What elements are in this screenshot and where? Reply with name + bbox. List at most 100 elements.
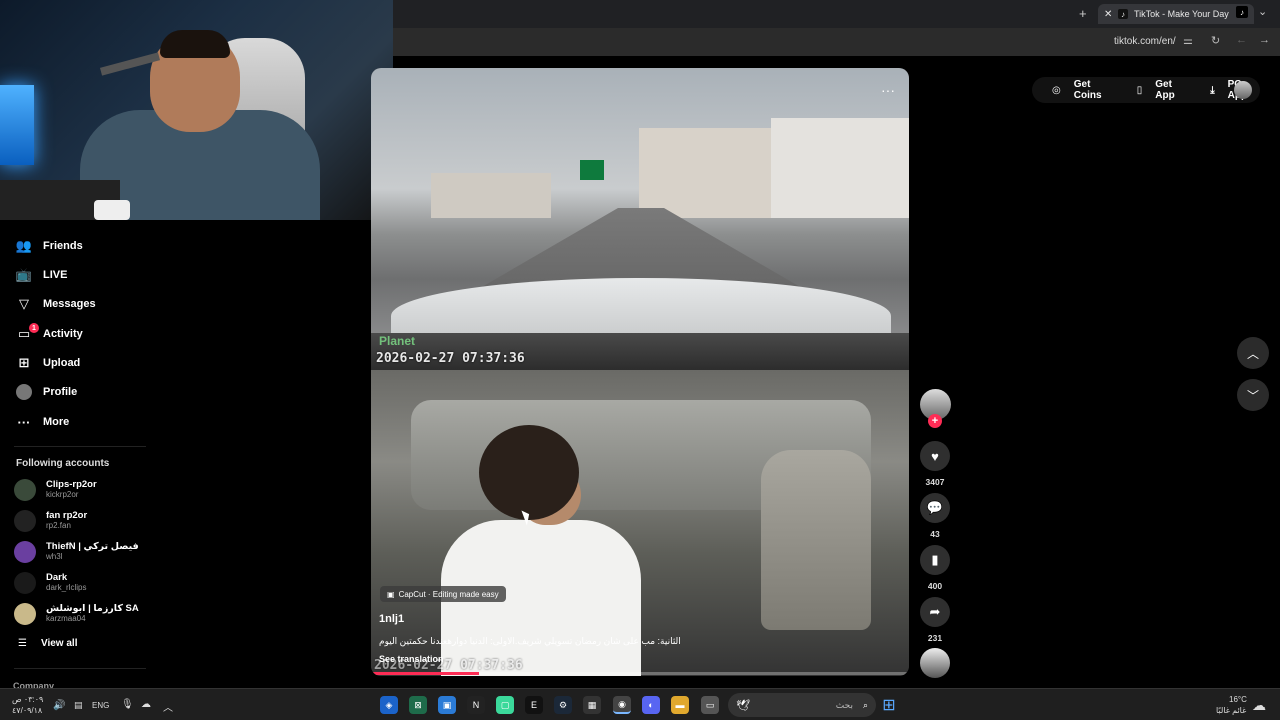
music-disc-icon[interactable] bbox=[920, 648, 950, 678]
more-icon: ··· bbox=[17, 414, 31, 430]
chat-app-icon[interactable]: ▢ bbox=[496, 696, 514, 714]
get-coins-button[interactable]: ◎ Get Coins bbox=[1042, 79, 1117, 101]
activity-badge: 1 bbox=[29, 323, 39, 333]
sidebar-item-upload[interactable]: ⊞ Upload bbox=[16, 352, 81, 374]
dashcam-front-view: Planet 2026-02-27 07:37:36 ··· bbox=[371, 68, 909, 370]
forward-icon[interactable]: → bbox=[1259, 34, 1270, 46]
capcut-icon: ▣ bbox=[387, 589, 395, 599]
avatar bbox=[14, 510, 36, 532]
steam-icon[interactable]: ⚙ bbox=[554, 696, 572, 714]
share-count: 231 bbox=[927, 633, 943, 643]
sidebar-item-friends[interactable]: 👥 Friends bbox=[16, 235, 83, 257]
next-app-icon[interactable]: N bbox=[467, 696, 485, 714]
comment-count: 43 bbox=[930, 529, 940, 539]
video-player[interactable]: Planet 2026-02-27 07:37:36 ··· 2026-02-2… bbox=[371, 68, 909, 676]
video-author[interactable]: 1nlj1 bbox=[379, 613, 404, 625]
dashcam-timestamp: 2026-02-27 07:37:36 bbox=[376, 351, 525, 366]
weather-cloud-icon[interactable]: ☁ bbox=[1252, 697, 1266, 714]
friends-icon: 👥 bbox=[15, 238, 33, 253]
comment-icon: 💬 bbox=[920, 493, 950, 523]
bird-icon: 🕊 bbox=[736, 699, 750, 712]
dashcam-cabin-view: 2026-02-27 07:37:36 bbox=[371, 370, 909, 676]
following-account[interactable]: كارزما | ابوشلش SA karzmaa04 bbox=[14, 601, 154, 627]
taskbar-search[interactable]: 🕊 بحث ⌕ bbox=[728, 693, 876, 717]
new-tab-button[interactable]: + bbox=[1079, 6, 1087, 21]
back-icon[interactable]: ← bbox=[1236, 34, 1247, 46]
sidebar-item-more[interactable]: ··· More bbox=[16, 411, 70, 433]
sidebar-item-profile[interactable]: Profile bbox=[16, 381, 77, 403]
get-app-button[interactable]: ▯ Get App bbox=[1127, 79, 1190, 101]
task-view-icon[interactable]: ▭ bbox=[701, 696, 719, 714]
avatar bbox=[14, 541, 36, 563]
tiktok-favicon-icon: ♪ bbox=[1118, 9, 1128, 19]
sidebar-item-live[interactable]: 📺 LIVE bbox=[15, 264, 68, 286]
weather-temp[interactable]: 16°C bbox=[1229, 695, 1247, 704]
coin-icon: ◎ bbox=[1052, 84, 1061, 96]
epic-games-icon[interactable]: E bbox=[525, 696, 543, 714]
live-icon: 📺 bbox=[15, 267, 33, 282]
heart-icon: ♥ bbox=[920, 441, 950, 471]
following-account[interactable]: ThiefN | فيصل تركي wh3l bbox=[14, 539, 154, 565]
share-button[interactable]: ➦ 231 bbox=[920, 597, 950, 643]
follow-plus-icon[interactable]: + bbox=[928, 414, 942, 428]
video-description: الثانية: مب على شان رمضان تسويلي شريف.ال… bbox=[379, 636, 681, 646]
video-progress-bar[interactable] bbox=[371, 672, 909, 675]
previous-video-button[interactable]: ︿ bbox=[1237, 337, 1269, 369]
clock-date[interactable]: ٤٧/٠٩/١٨ bbox=[12, 706, 42, 715]
upload-icon: ⊞ bbox=[18, 355, 30, 370]
windows-start-icon[interactable]: ⊞ bbox=[880, 696, 898, 714]
close-tab-icon[interactable]: ✕ bbox=[1104, 9, 1116, 20]
phone-icon: ▯ bbox=[1136, 84, 1143, 96]
security-app-icon[interactable]: ◈ bbox=[380, 696, 398, 714]
bookmark-icon: ▮ bbox=[920, 545, 950, 575]
webcam-overlay bbox=[0, 0, 393, 220]
like-count: 3407 bbox=[925, 477, 945, 487]
activity-icon: ▭ 1 bbox=[16, 323, 39, 342]
app-icon[interactable]: ▣ bbox=[438, 696, 456, 714]
list-icon: ☰ bbox=[18, 638, 27, 649]
weather-desc[interactable]: غائم غالبًا bbox=[1216, 706, 1246, 715]
tray-chevron-icon[interactable]: ︿ bbox=[163, 699, 173, 714]
sidebar: 👥 Friends 📺 LIVE ▽ Messages ▭ 1 Activity … bbox=[0, 220, 160, 691]
next-video-button[interactable]: ﹀ bbox=[1237, 379, 1269, 411]
chevron-down-icon[interactable]: ⌄ bbox=[1258, 5, 1267, 18]
search-icon: ⌕ bbox=[862, 699, 868, 710]
site-settings-icon[interactable]: ⚌ bbox=[1183, 34, 1193, 47]
capcut-tag[interactable]: ▣ CapCut · Editing made easy bbox=[380, 586, 506, 602]
following-account[interactable]: Dark dark_rlclips bbox=[14, 570, 154, 596]
microphone-icon[interactable]: 🎙 bbox=[121, 699, 134, 710]
divider bbox=[14, 668, 146, 669]
cloud-icon[interactable]: ☁ bbox=[141, 699, 151, 710]
comment-button[interactable]: 💬 43 bbox=[920, 493, 950, 539]
taskbar: ٠٣:٠٩ ص ٤٧/٠٩/١٨ 🔊 ▤ ENG 🎙 ☁ ︿ ◈ ⊠ ▣ N ▢… bbox=[0, 688, 1280, 720]
store-icon[interactable]: ▦ bbox=[583, 696, 601, 714]
chrome-icon[interactable]: ◉ bbox=[613, 696, 631, 714]
chevron-down-icon: ﹀ bbox=[1246, 388, 1259, 403]
see-translation-link[interactable]: See translation bbox=[379, 654, 444, 664]
download-icon: ⤓ bbox=[1210, 84, 1215, 96]
more-options-icon[interactable]: ··· bbox=[881, 82, 895, 98]
following-account[interactable]: Clips-rp2or kickrp2or bbox=[14, 477, 154, 503]
like-button[interactable]: ♥ 3407 bbox=[920, 441, 950, 487]
view-all-button[interactable]: ☰ View all bbox=[18, 638, 77, 649]
network-icon[interactable]: ▤ bbox=[74, 700, 83, 711]
browser-tab[interactable]: ✕ ♪ TikTok - Make Your Day bbox=[1098, 4, 1254, 24]
progress-fill bbox=[371, 672, 479, 675]
profile-icon bbox=[16, 384, 32, 400]
dashcam-brand: Planet bbox=[379, 334, 416, 348]
volume-icon[interactable]: 🔊 bbox=[53, 700, 65, 711]
save-button[interactable]: ▮ 400 bbox=[920, 545, 950, 591]
sidebar-item-activity[interactable]: ▭ 1 Activity bbox=[16, 323, 83, 345]
reload-icon[interactable]: ↻ bbox=[1211, 34, 1220, 47]
user-avatar[interactable] bbox=[1234, 81, 1252, 99]
sidebar-item-messages[interactable]: ▽ Messages bbox=[16, 293, 96, 315]
url-text[interactable]: tiktok.com/en/ bbox=[1114, 36, 1176, 47]
clock-time[interactable]: ٠٣:٠٩ ص bbox=[12, 695, 43, 704]
discord-icon[interactable]: ◐ bbox=[642, 696, 660, 714]
excel-app-icon[interactable]: ⊠ bbox=[409, 696, 427, 714]
avatar bbox=[14, 603, 36, 625]
following-account[interactable]: fan rp2or rp2.fan bbox=[14, 508, 154, 534]
language-indicator[interactable]: ENG bbox=[92, 701, 109, 710]
avatar bbox=[14, 479, 36, 501]
file-explorer-icon[interactable]: ▬ bbox=[671, 696, 689, 714]
